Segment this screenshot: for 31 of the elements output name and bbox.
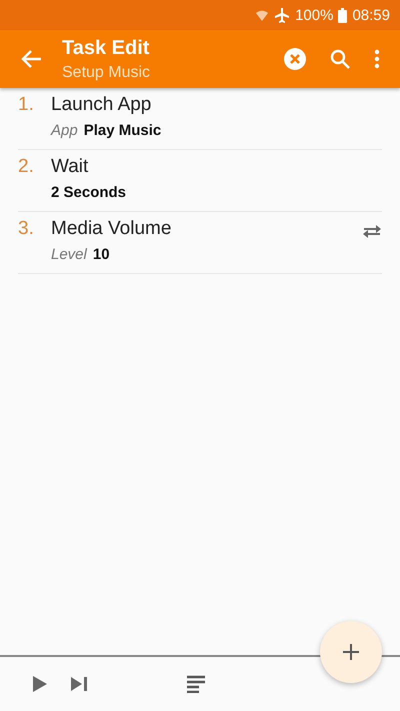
action-name: Wait: [51, 156, 90, 178]
screen-title: Task Edit: [62, 36, 150, 60]
back-arrow-icon[interactable]: [20, 49, 42, 69]
play-icon[interactable]: [32, 675, 48, 693]
add-button[interactable]: [320, 621, 382, 683]
action-number: 2.: [18, 156, 35, 178]
battery-percent: 100%: [295, 6, 334, 24]
parameter-label: App: [51, 122, 78, 139]
action-name: Launch App: [51, 94, 152, 116]
action-number: 1.: [18, 94, 35, 116]
plus-icon: [342, 643, 360, 661]
screen-subtitle: Setup Music: [62, 64, 152, 82]
parameter-label: Level: [51, 246, 87, 263]
parameter-value: Play Music: [84, 122, 162, 139]
battery-icon: [338, 8, 348, 22]
skip-next-icon[interactable]: [70, 676, 88, 692]
airplane-icon: [274, 7, 290, 23]
parameter-value: 10: [92, 246, 110, 263]
action-row[interactable]: 3. Media Volume Level 10: [18, 212, 382, 274]
clear-button[interactable]: [284, 48, 306, 70]
parameter-value: 2 Seconds: [51, 184, 126, 201]
notes-icon[interactable]: [186, 675, 206, 693]
clock: 08:59: [352, 6, 390, 24]
wifi-icon: [255, 8, 270, 22]
action-name: Media Volume: [51, 218, 172, 240]
more-menu-button[interactable]: [374, 49, 380, 69]
search-button[interactable]: [330, 49, 350, 69]
action-row[interactable]: 1. Launch App App Play Music: [18, 88, 382, 150]
action-number: 3.: [18, 218, 35, 240]
swap-arrows-icon[interactable]: [362, 224, 382, 238]
action-row[interactable]: 2. Wait 2 Seconds: [18, 150, 382, 212]
